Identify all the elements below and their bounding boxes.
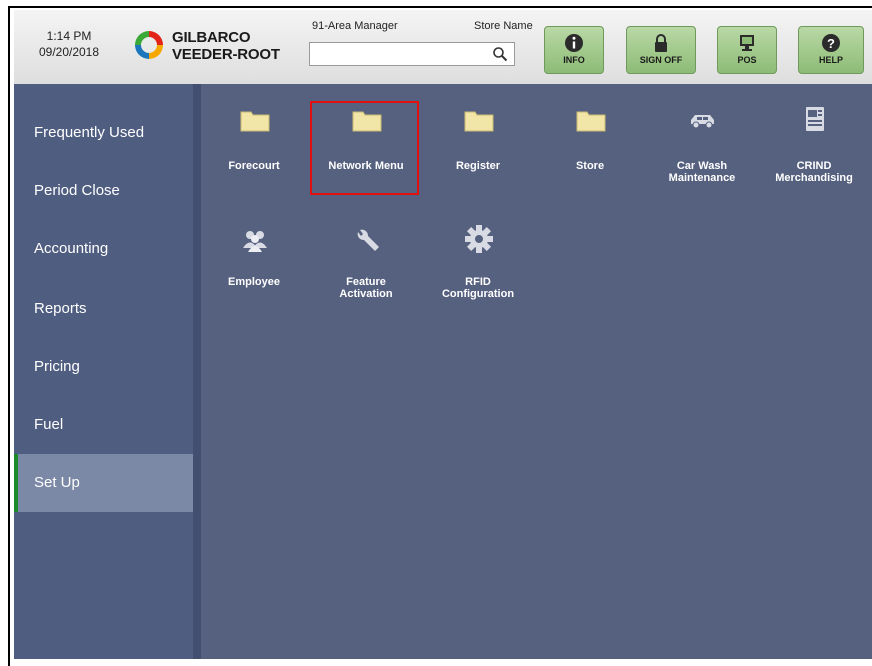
tile-register[interactable]: Register (428, 84, 528, 174)
help-icon: ? (822, 34, 840, 52)
tile-store[interactable]: Store (540, 84, 640, 174)
brand-line-1: GILBARCO (172, 29, 251, 46)
sidebar-item-label: Set Up (34, 474, 80, 491)
date-text: 09/20/2018 (38, 45, 100, 59)
folder-icon (240, 111, 270, 132)
sidebar-item-accounting[interactable]: Accounting (14, 220, 193, 278)
sidebar-item-label: Period Close (34, 182, 120, 199)
clock: 1:14 PM 09/20/2018 (34, 28, 104, 60)
sidebar: Frequently Used Period Close Accounting … (14, 84, 193, 659)
brand-logo: GILBARCO VEEDER-ROOT (132, 28, 282, 68)
svg-text:?: ? (827, 36, 835, 51)
help-button[interactable]: ? HELP (798, 26, 864, 74)
info-button[interactable]: INFO (544, 26, 604, 74)
gear-icon (465, 225, 493, 253)
sidebar-item-label: Reports (34, 300, 87, 317)
tile-label-line2: Configuration (441, 288, 515, 300)
tile-label: Network Menu (328, 160, 404, 172)
sign-off-button[interactable]: SIGN OFF (626, 26, 696, 74)
wrench-icon (357, 229, 379, 251)
sidebar-item-label: Pricing (34, 358, 80, 375)
logo-swirl-icon (135, 31, 163, 59)
help-label: HELP (818, 55, 843, 65)
tile-label: Store (575, 160, 605, 172)
folder-icon (464, 111, 494, 132)
tile-label: Feature Activation (316, 276, 416, 300)
tile-label: CRIND Merchandising (764, 160, 864, 184)
tile-car-wash-maintenance[interactable]: Car Wash Maintenance (652, 84, 752, 184)
crind-icon (806, 107, 824, 131)
info-label: INFO (563, 55, 585, 65)
monitor-icon (740, 35, 754, 51)
sidebar-item-reports[interactable]: Reports (14, 280, 193, 338)
tile-label-line1: RFID (465, 276, 491, 288)
sidebar-item-fuel[interactable]: Fuel (14, 396, 193, 454)
sign-off-label: SIGN OFF (639, 55, 683, 65)
car-icon (691, 115, 714, 129)
sidebar-item-label: Fuel (34, 416, 64, 433)
tile-feature-activation[interactable]: Feature Activation (316, 200, 416, 300)
search-icon[interactable] (492, 46, 508, 62)
tile-crind-merchandising[interactable]: CRIND Merchandising (764, 84, 864, 184)
user-role: 91-Area Manager (312, 20, 398, 32)
pos-label: POS (737, 55, 757, 65)
folder-icon (352, 111, 382, 132)
time-text: 1:14 PM (46, 29, 92, 43)
tile-forecourt[interactable]: Forecourt (204, 84, 304, 174)
sidebar-item-set-up[interactable]: Set Up (14, 454, 193, 512)
tile-label: Car Wash Maintenance (652, 160, 752, 184)
main-panel: Forecourt Network Menu Register Store Ca… (201, 84, 872, 659)
tile-label-line2: Maintenance (668, 172, 736, 184)
sidebar-item-frequently-used[interactable]: Frequently Used (14, 104, 193, 162)
tile-employee[interactable]: Employee (204, 200, 304, 290)
tile-rfid-configuration[interactable]: RFID Configuration (428, 200, 528, 300)
lock-icon (655, 34, 667, 52)
people-icon (243, 231, 267, 252)
tile-label: RFID Configuration (428, 276, 528, 300)
search-box[interactable] (309, 42, 515, 66)
tile-label-line2: Activation (339, 288, 393, 300)
tile-label-line2: Merchandising (775, 172, 853, 184)
tile-label: Employee (228, 276, 280, 288)
info-icon (565, 34, 583, 52)
sidebar-divider (193, 84, 201, 659)
folder-icon (576, 111, 606, 132)
tile-label-line1: CRIND (796, 160, 832, 172)
tile-network-menu[interactable]: Network Menu (316, 84, 416, 174)
sidebar-item-label: Accounting (34, 240, 109, 257)
sidebar-item-pricing[interactable]: Pricing (14, 338, 193, 396)
tile-label-line1: Feature (346, 276, 386, 288)
pos-button[interactable]: POS (717, 26, 777, 74)
tile-label: Register (455, 160, 501, 172)
search-input[interactable] (313, 44, 487, 66)
sidebar-item-label: Frequently Used (34, 124, 145, 141)
store-name: Store Name (474, 20, 533, 32)
header-bar: 1:14 PM 09/20/2018 GILBARCO VEEDER-ROOT … (14, 10, 872, 84)
tile-label: Forecourt (228, 160, 280, 172)
sidebar-item-period-close[interactable]: Period Close (14, 162, 193, 220)
brand-line-2: VEEDER-ROOT (172, 46, 280, 63)
tile-label-line1: Car Wash (676, 160, 728, 172)
